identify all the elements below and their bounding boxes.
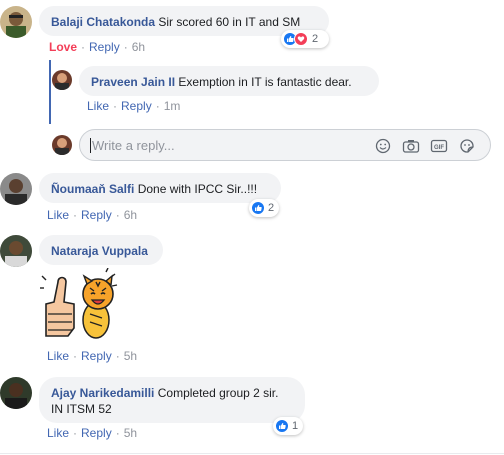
comment-author-link[interactable]: Nataraja Vuppala — [51, 244, 148, 258]
current-user-avatar — [52, 135, 72, 155]
reaction-summary[interactable]: 2 — [281, 30, 329, 48]
reply-thread-indicator — [49, 60, 51, 124]
comment-bubble: Ñoumaaň Salfi Done with IPCC Sir..!!! — [39, 173, 281, 203]
comment-timestamp[interactable]: 5h — [124, 349, 137, 363]
reaction-summary[interactable]: 2 — [249, 199, 279, 217]
reaction-count: 2 — [268, 202, 275, 214]
camera-icon[interactable] — [402, 137, 420, 155]
comment-author-link[interactable]: Ñoumaaň Salfi — [51, 182, 134, 196]
reaction-count: 2 — [312, 33, 319, 45]
composer-tools: GIF — [374, 137, 476, 155]
comment-actions: Like · Reply · 6h — [47, 208, 138, 222]
avatar-nataraja[interactable] — [0, 235, 32, 267]
reply-author-link[interactable]: Praveen Jain II — [91, 75, 175, 89]
reply-text: Exemption in IT is fantastic dear. — [178, 75, 352, 89]
avatar-ajay[interactable] — [0, 377, 32, 409]
like-reaction-icon — [251, 201, 265, 215]
comment-timestamp[interactable]: 6h — [124, 208, 137, 222]
like-reaction-icon — [275, 419, 289, 433]
reply-input-placeholder: Write a reply... — [92, 138, 175, 153]
avatar-balaji[interactable] — [0, 6, 32, 38]
comment-author-link[interactable]: Balaji Chatakonda — [51, 15, 155, 29]
like-button[interactable]: Like — [47, 208, 69, 222]
svg-text:GIF: GIF — [434, 145, 444, 151]
avatar-noumaan[interactable] — [0, 173, 32, 205]
love-reaction-icon — [294, 32, 308, 46]
comment-bubble: Ajay Narikedamilli Completed group 2 sir… — [39, 377, 305, 423]
reply-timestamp[interactable]: 1m — [164, 99, 181, 113]
like-button[interactable]: Like — [47, 349, 69, 363]
comment-text: Completed group 2 sir. — [157, 386, 279, 400]
reply-button[interactable]: Reply — [81, 426, 112, 440]
comment-text: Done with IPCC Sir..!!! — [137, 182, 258, 196]
reply-bubble: Praveen Jain II Exemption in IT is fanta… — [79, 66, 379, 96]
reply-button[interactable]: Reply — [89, 40, 120, 54]
comment-text-line2: IN ITSM 52 — [51, 402, 112, 416]
comment-bubble: Nataraja Vuppala — [39, 235, 163, 265]
reaction-summary[interactable]: 1 — [273, 417, 303, 435]
reply-button[interactable]: Reply — [81, 349, 112, 363]
reply-actions: Like · Reply · 1m — [87, 99, 181, 113]
comment-actions: Like · Reply · 5h — [47, 349, 138, 363]
sticker-icon[interactable] — [458, 137, 476, 155]
comment-timestamp[interactable]: 5h — [124, 426, 137, 440]
comment-actions: Love · Reply · 6h — [49, 40, 146, 54]
comment-author-link[interactable]: Ajay Narikedamilli — [51, 386, 154, 400]
comment-text: Sir scored 60 in IT and SM — [158, 15, 301, 29]
reaction-count: 1 — [292, 420, 299, 432]
emoji-icon[interactable] — [374, 137, 392, 155]
like-button[interactable]: Like — [47, 426, 69, 440]
like-button[interactable]: Like — [87, 99, 109, 113]
gif-icon[interactable]: GIF — [430, 137, 448, 155]
love-button[interactable]: Love — [49, 40, 77, 54]
reply-input[interactable]: Write a reply... GIF — [79, 129, 491, 161]
avatar-praveen[interactable] — [52, 70, 72, 90]
divider — [0, 453, 504, 454]
text-caret — [90, 138, 91, 153]
reply-button[interactable]: Reply — [81, 208, 112, 222]
thumbs-up-tiger-sticker[interactable] — [40, 267, 118, 342]
comment-actions: Like · Reply · 5h — [47, 426, 138, 440]
reply-button[interactable]: Reply — [121, 99, 152, 113]
comment-timestamp[interactable]: 6h — [132, 40, 145, 54]
